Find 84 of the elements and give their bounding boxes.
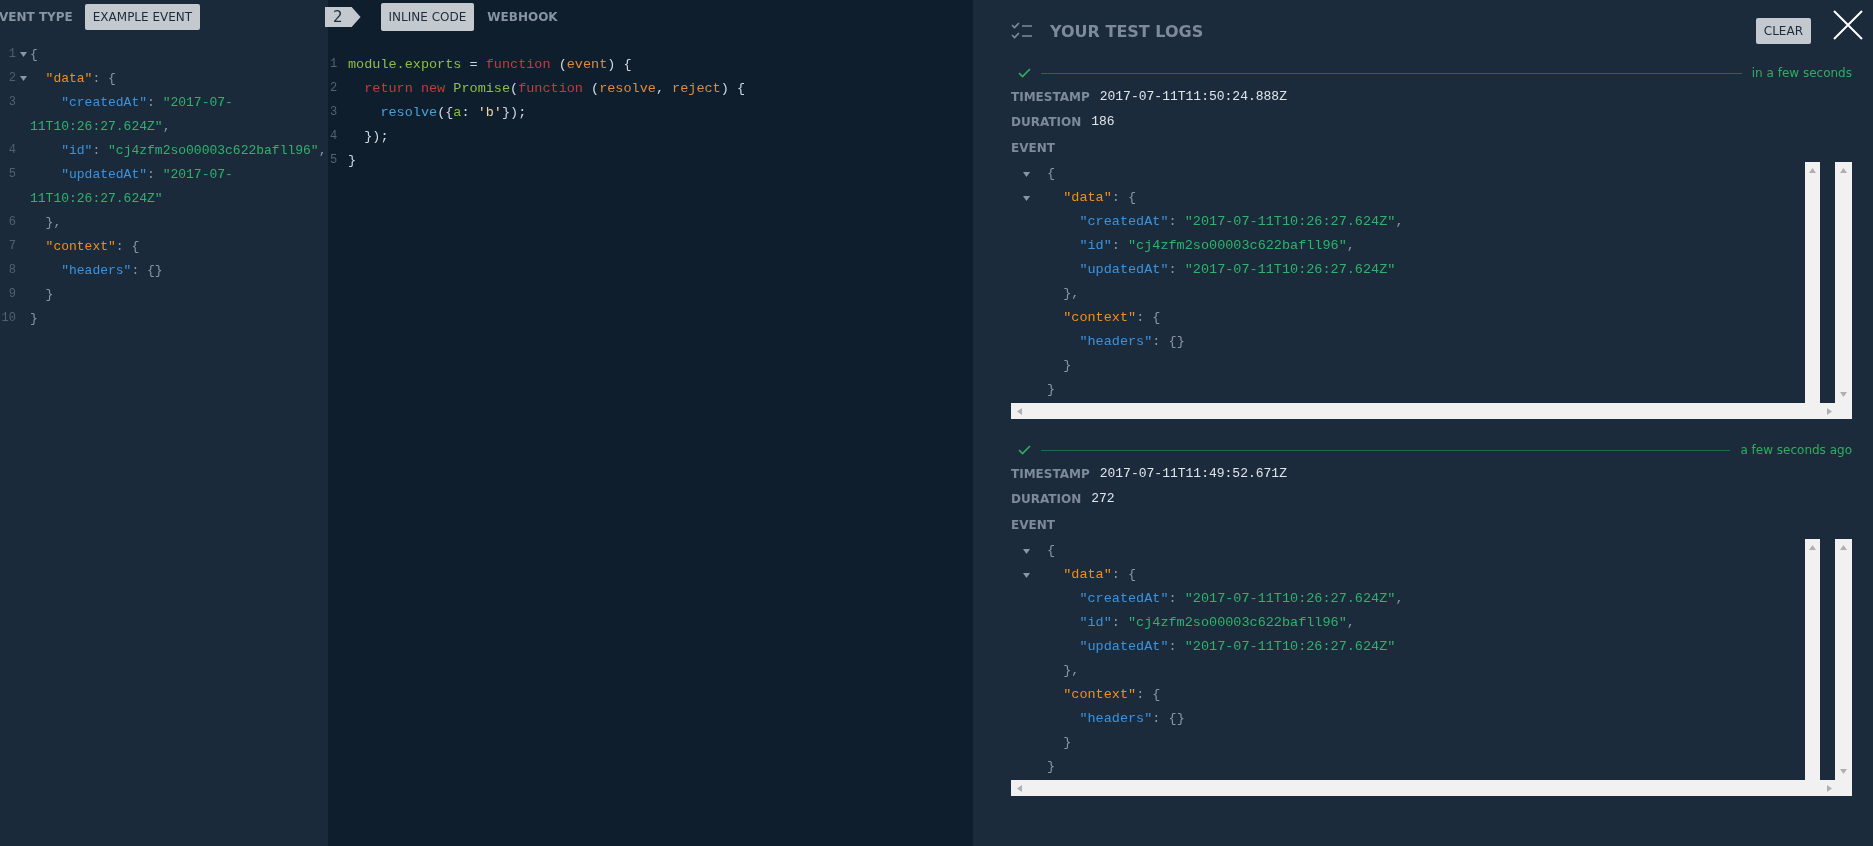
code-line: "context": {: [1062, 309, 1161, 327]
scroll-up-icon[interactable]: [1840, 545, 1847, 550]
clear-button[interactable]: CLEAR: [1755, 18, 1811, 44]
scroll-left-icon[interactable]: [1017, 407, 1022, 415]
code-line: });: [363, 128, 389, 144]
timestamp-value: 2017-07-11T11:50:24.888Z: [1099, 89, 1287, 104]
scroll-up-icon[interactable]: [1809, 545, 1816, 550]
scroll-down-icon[interactable]: [1840, 769, 1847, 774]
line-number: 3: [329, 105, 339, 119]
event-label: EVENT: [1011, 518, 1055, 532]
scroll-up-icon[interactable]: [1840, 168, 1847, 173]
timestamp-label: TIMESTAMP: [1011, 466, 1090, 481]
code-line: "data": {: [44, 70, 116, 86]
code-line: "data": {: [1062, 566, 1137, 584]
code-line: },: [1062, 662, 1080, 680]
checklist-icon: [1011, 21, 1033, 41]
code-line: "id": "cj4zfm2so00003c622bafll96",: [1078, 237, 1355, 255]
code-line: "createdAt": "2017-07-11T10:26:27.624Z",: [1078, 590, 1404, 608]
code-line: "createdAt": "2017-07-: [60, 94, 233, 110]
code-line: 11T10:26:27.624Z",: [30, 118, 171, 134]
code-line: return new Promise(function (resolve, reject) {: [363, 80, 745, 96]
scroll-down-icon[interactable]: [1840, 392, 1847, 397]
duration-value: 272: [1091, 491, 1115, 506]
code-line: },: [1062, 285, 1080, 303]
scroll-up-icon[interactable]: [1809, 168, 1816, 173]
duration-value: 186: [1091, 114, 1115, 129]
horizontal-scrollbar[interactable]: [1011, 403, 1852, 419]
code-line: "createdAt": "2017-07-11T10:26:27.624Z",: [1078, 213, 1404, 231]
code-line: }: [44, 286, 54, 302]
code-line: }: [30, 310, 38, 326]
timestamp-label: TIMESTAMP: [1011, 89, 1090, 104]
fold-caret-icon[interactable]: [1023, 548, 1030, 554]
step-badge: 2: [325, 7, 361, 27]
code-line: }: [348, 152, 357, 168]
vertical-scrollbar[interactable]: [1805, 162, 1820, 403]
fold-caret-icon[interactable]: [19, 75, 27, 81]
code-line: resolve({a: 'b'});: [379, 104, 527, 120]
panel-title: YOUR TEST LOGS: [1050, 21, 1205, 41]
event-label: EVENT: [1011, 141, 1055, 155]
code-line: }: [1062, 357, 1072, 375]
fold-caret-icon[interactable]: [1023, 572, 1030, 578]
relative-time: a few seconds ago: [1740, 443, 1852, 457]
code-line: }: [1047, 381, 1056, 399]
code-line: },: [44, 214, 62, 230]
vertical-scrollbar[interactable]: [1835, 539, 1852, 780]
code-line: {: [1047, 165, 1056, 183]
code-line: "updatedAt": "2017-07-11T10:26:27.624Z": [1078, 261, 1396, 279]
fold-caret-icon[interactable]: [1023, 195, 1030, 201]
duration-label: DURATION: [1011, 114, 1082, 129]
line-number: 4: [329, 129, 339, 143]
duration-label: DURATION: [1011, 491, 1082, 506]
timestamp-value: 2017-07-11T11:49:52.671Z: [1099, 466, 1287, 481]
example-event-button[interactable]: EXAMPLE EVENT: [84, 4, 201, 30]
close-icon[interactable]: [1833, 10, 1863, 40]
code-line: "headers": {}: [1078, 710, 1185, 728]
horizontal-scrollbar[interactable]: [1011, 780, 1852, 796]
code-line: "headers": {}: [60, 262, 163, 278]
tab[interactable]: WEBHOOK: [479, 3, 566, 31]
line-number: 2: [329, 81, 339, 95]
fold-caret-icon[interactable]: [1023, 171, 1030, 177]
code-line: "updatedAt": "2017-07-: [60, 166, 233, 182]
scroll-right-icon[interactable]: [1827, 407, 1832, 415]
code-line: module.exports = function (event) {: [348, 56, 632, 72]
code-line: {: [30, 46, 38, 62]
vertical-scrollbar[interactable]: [1805, 539, 1820, 780]
code-line: "data": {: [1062, 189, 1137, 207]
code-line: "context": {: [44, 238, 140, 254]
scroll-right-icon[interactable]: [1827, 784, 1832, 792]
relative-time: in a few seconds: [1751, 66, 1852, 80]
code-line: {: [1047, 542, 1056, 560]
fold-caret-icon[interactable]: [19, 51, 27, 57]
scroll-left-icon[interactable]: [1017, 784, 1022, 792]
code-line: }: [1047, 758, 1056, 776]
code-line: "id": "cj4zfm2so00003c622bafll96",: [1078, 614, 1355, 632]
line-number: 1: [329, 57, 339, 71]
code-line: "context": {: [1062, 686, 1161, 704]
code-line: "headers": {}: [1078, 333, 1185, 351]
code-line: "updatedAt": "2017-07-11T10:26:27.624Z": [1078, 638, 1396, 656]
vertical-scrollbar[interactable]: [1835, 162, 1852, 403]
code-line: }: [1062, 734, 1072, 752]
code-line: "id": "cj4zfm2so00003c622bafll96",: [60, 142, 327, 158]
tab[interactable]: INLINE CODE: [380, 3, 475, 31]
line-number: 5: [329, 153, 339, 167]
code-line: 11T10:26:27.624Z": [30, 190, 163, 206]
